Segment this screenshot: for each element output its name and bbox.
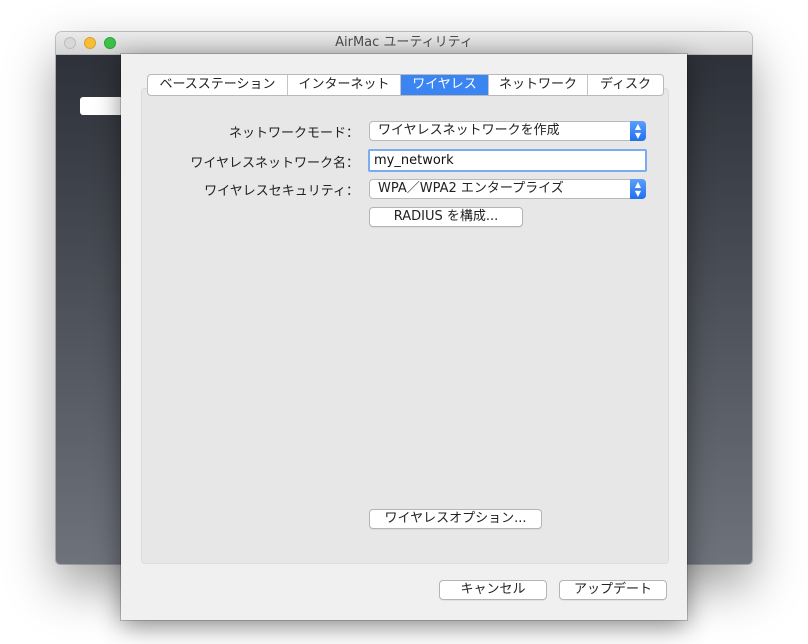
window-title: AirMac ユーティリティ bbox=[335, 35, 473, 50]
wireless-security-value: WPA／WPA2 エンタープライズ bbox=[378, 181, 564, 196]
tab-base-station[interactable]: ベースステーション bbox=[148, 75, 288, 95]
tab-bar: ベースステーション インターネット ワイヤレス ネットワーク ディスク bbox=[147, 74, 664, 96]
background-field bbox=[80, 97, 122, 115]
configure-radius-button[interactable]: RADIUS を構成... bbox=[369, 207, 523, 227]
updown-chevron-icon: ▲ ▼ bbox=[630, 179, 646, 199]
network-name-label: ワイヤレスネットワーク名： bbox=[190, 156, 359, 171]
tab-internet[interactable]: インターネット bbox=[288, 75, 401, 95]
wireless-security-popup[interactable]: WPA／WPA2 エンタープライズ ▲ ▼ bbox=[369, 179, 646, 199]
cancel-button[interactable]: キャンセル bbox=[439, 580, 547, 600]
minimize-window-button[interactable] bbox=[84, 37, 96, 49]
wireless-security-label: ワイヤレスセキュリティ： bbox=[204, 184, 359, 199]
network-mode-popup[interactable]: ワイヤレスネットワークを作成 ▲ ▼ bbox=[369, 121, 646, 141]
update-button[interactable]: アップデート bbox=[559, 580, 667, 600]
close-window-button[interactable] bbox=[64, 37, 76, 49]
wireless-options-button[interactable]: ワイヤレスオプション... bbox=[369, 509, 542, 529]
tab-disk[interactable]: ディスク bbox=[588, 75, 663, 95]
tab-wireless[interactable]: ワイヤレス bbox=[401, 75, 489, 95]
zoom-window-button[interactable] bbox=[104, 37, 116, 49]
settings-sheet: ベースステーション インターネット ワイヤレス ネットワーク ディスク ネットワ… bbox=[121, 54, 687, 620]
network-mode-value: ワイヤレスネットワークを作成 bbox=[378, 123, 560, 138]
tab-network[interactable]: ネットワーク bbox=[489, 75, 588, 95]
updown-chevron-icon: ▲ ▼ bbox=[630, 121, 646, 141]
network-name-field[interactable]: my_network bbox=[368, 149, 647, 172]
network-mode-label: ネットワークモード： bbox=[228, 126, 359, 141]
title-bar: AirMac ユーティリティ bbox=[56, 32, 752, 55]
